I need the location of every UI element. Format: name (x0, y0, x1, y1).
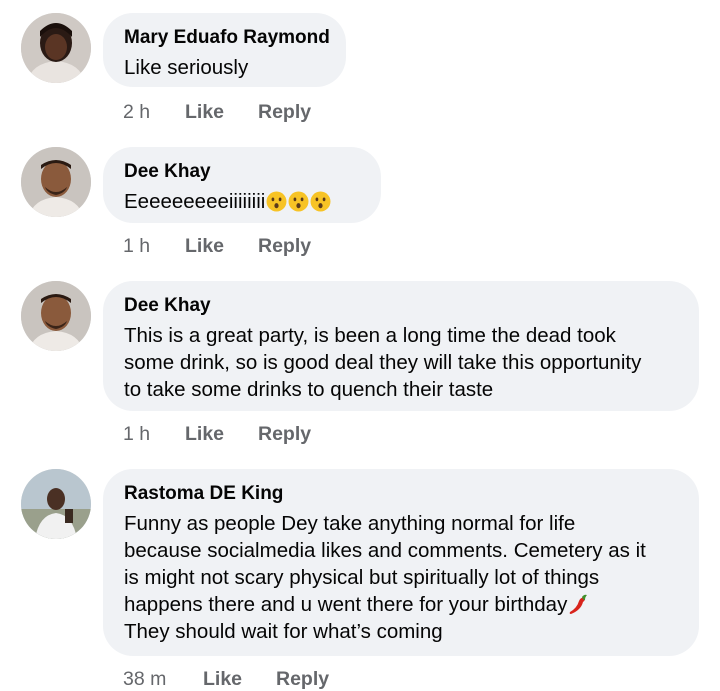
comment-time[interactable]: 1 h (123, 423, 150, 446)
comment-time[interactable]: 2 h (123, 101, 150, 124)
comment-text-line: They should wait for what’s coming (124, 620, 443, 643)
hushed-face-emoji (310, 191, 331, 212)
comment-text-line: some drink, so is good deal they will ta… (124, 351, 642, 374)
reply-button[interactable]: Reply (258, 101, 311, 124)
comment-text: Like seriously (124, 56, 249, 79)
comment-text-line: is might not scary physical but spiritua… (124, 566, 600, 589)
chili-pepper-emoji (569, 594, 588, 614)
comment-bubble: Mary Eduafo Raymond Like seriously (103, 13, 346, 87)
comment-text-line-row: happens there and u went there for your … (124, 591, 677, 618)
like-button[interactable]: Like (185, 235, 224, 258)
avatar[interactable] (21, 281, 91, 351)
reply-button[interactable]: Reply (258, 235, 311, 258)
hushed-face-emoji (266, 191, 287, 212)
hushed-face-emoji (288, 191, 309, 212)
comment-bubble: Dee Khay Eeeeeeeeeiiiiiiii (103, 147, 381, 223)
comment-text: Eeeeeeeeeiiiiiiii (124, 190, 266, 213)
comment-text: This is a great party, is been a long ti… (124, 322, 677, 403)
comment-text-line: This is a great party, is been a long ti… (124, 324, 616, 347)
comment-author[interactable]: Rastoma DE King (124, 483, 677, 505)
like-button[interactable]: Like (185, 101, 224, 124)
like-button[interactable]: Like (185, 423, 224, 446)
comment-author[interactable]: Dee Khay (124, 295, 677, 317)
comment-text-line: happens there and u went there for your … (124, 593, 568, 616)
comment-text-line: to take some drinks to quench their tast… (124, 378, 494, 401)
comment-bubble: Dee Khay This is a great party, is been … (103, 281, 699, 411)
comment-time[interactable]: 1 h (123, 235, 150, 258)
comment-text-row: Eeeeeeeeeiiiiiiii (124, 188, 359, 215)
avatar[interactable] (21, 13, 91, 83)
comment-author[interactable]: Dee Khay (124, 161, 359, 183)
comment-author[interactable]: Mary Eduafo Raymond (124, 27, 330, 49)
comment-text-line: because socialmedia likes and comments. … (124, 539, 646, 562)
avatar[interactable] (21, 469, 91, 539)
avatar[interactable] (21, 147, 91, 217)
comment-text: Funny as people Dey take anything normal… (124, 510, 677, 645)
comment-bubble: Rastoma DE King Funny as people Dey take… (103, 469, 699, 656)
reply-button[interactable]: Reply (258, 423, 311, 446)
comment-text-line: Funny as people Dey take anything normal… (124, 512, 576, 535)
